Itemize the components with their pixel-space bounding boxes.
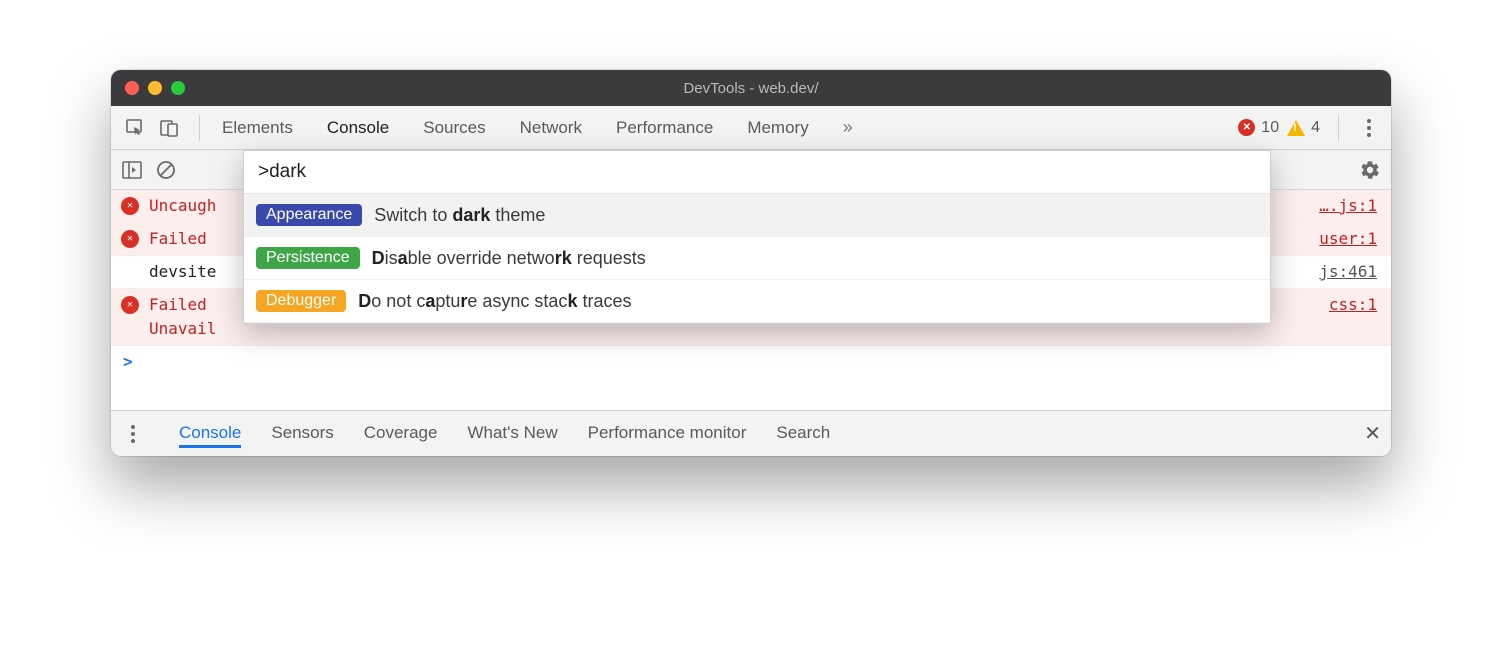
- drawer-close-button[interactable]: ✕: [1364, 421, 1381, 446]
- command-text: Do not capture async stack traces: [358, 291, 631, 312]
- warning-icon: [1287, 120, 1305, 136]
- warning-count: 4: [1311, 119, 1320, 137]
- divider: [1338, 115, 1339, 141]
- log-source[interactable]: ….js:1: [1319, 194, 1377, 218]
- tabs-overflow-icon[interactable]: »: [843, 117, 849, 138]
- log-source[interactable]: js:461: [1319, 260, 1377, 284]
- drawer-tab-perfmonitor[interactable]: Performance monitor: [588, 423, 747, 445]
- drawer-tabstrip: Console Sensors Coverage What's New Perf…: [111, 410, 1391, 456]
- command-menu-item[interactable]: Appearance Switch to dark theme: [244, 194, 1270, 237]
- main-tabstrip: Elements Console Sources Network Perform…: [111, 106, 1391, 150]
- drawer-tab-coverage[interactable]: Coverage: [364, 423, 438, 445]
- command-menu-input[interactable]: >dark: [244, 151, 1270, 194]
- warning-count-badge[interactable]: 4: [1287, 119, 1320, 137]
- error-icon: [121, 197, 139, 215]
- command-menu-item[interactable]: Persistence Disable override network req…: [244, 237, 1270, 280]
- devtools-window: DevTools - web.dev/ Elements Console Sou…: [111, 70, 1391, 456]
- drawer-tab-console[interactable]: Console: [179, 420, 241, 448]
- error-count: 10: [1261, 119, 1279, 137]
- error-icon: [1238, 119, 1255, 136]
- command-category-badge: Persistence: [256, 247, 360, 269]
- inspect-element-icon[interactable]: [121, 114, 149, 142]
- error-icon: [121, 230, 139, 248]
- titlebar: DevTools - web.dev/: [111, 70, 1391, 106]
- clear-console-icon[interactable]: [155, 159, 177, 181]
- tab-sources[interactable]: Sources: [423, 118, 485, 138]
- tab-console[interactable]: Console: [327, 118, 389, 138]
- tabstrip-right: 10 4: [1238, 115, 1381, 141]
- command-menu: >dark Appearance Switch to dark theme Pe…: [243, 150, 1271, 324]
- prompt-caret-icon: >: [123, 352, 133, 371]
- drawer-tab-search[interactable]: Search: [776, 423, 830, 445]
- tab-network[interactable]: Network: [520, 118, 582, 138]
- log-source[interactable]: css:1: [1329, 293, 1377, 317]
- command-text: Disable override network requests: [372, 248, 646, 269]
- error-count-badge[interactable]: 10: [1238, 119, 1279, 137]
- main-tabs: Elements Console Sources Network Perform…: [222, 117, 1238, 138]
- drawer-menu-button[interactable]: [121, 421, 145, 447]
- divider: [199, 115, 200, 141]
- command-text: Switch to dark theme: [374, 205, 545, 226]
- spacer-icon: [121, 263, 139, 281]
- device-toolbar-icon[interactable]: [155, 114, 183, 142]
- toggle-sidebar-icon[interactable]: [121, 159, 143, 181]
- drawer-tab-sensors[interactable]: Sensors: [271, 423, 333, 445]
- main-menu-button[interactable]: [1357, 115, 1381, 141]
- tab-elements[interactable]: Elements: [222, 118, 293, 138]
- command-menu-list: Appearance Switch to dark theme Persiste…: [244, 194, 1270, 323]
- log-source[interactable]: user:1: [1319, 227, 1377, 251]
- command-category-badge: Debugger: [256, 290, 346, 312]
- drawer-tab-whatsnew[interactable]: What's New: [467, 423, 557, 445]
- tab-performance[interactable]: Performance: [616, 118, 713, 138]
- window-title: DevTools - web.dev/: [111, 80, 1391, 97]
- command-menu-item[interactable]: Debugger Do not capture async stack trac…: [244, 280, 1270, 323]
- command-menu-query: >dark: [258, 161, 306, 182]
- command-category-badge: Appearance: [256, 204, 362, 226]
- console-settings-icon[interactable]: [1359, 159, 1381, 181]
- console-prompt[interactable]: >: [111, 346, 1391, 377]
- error-icon: [121, 296, 139, 314]
- tab-memory[interactable]: Memory: [747, 118, 808, 138]
